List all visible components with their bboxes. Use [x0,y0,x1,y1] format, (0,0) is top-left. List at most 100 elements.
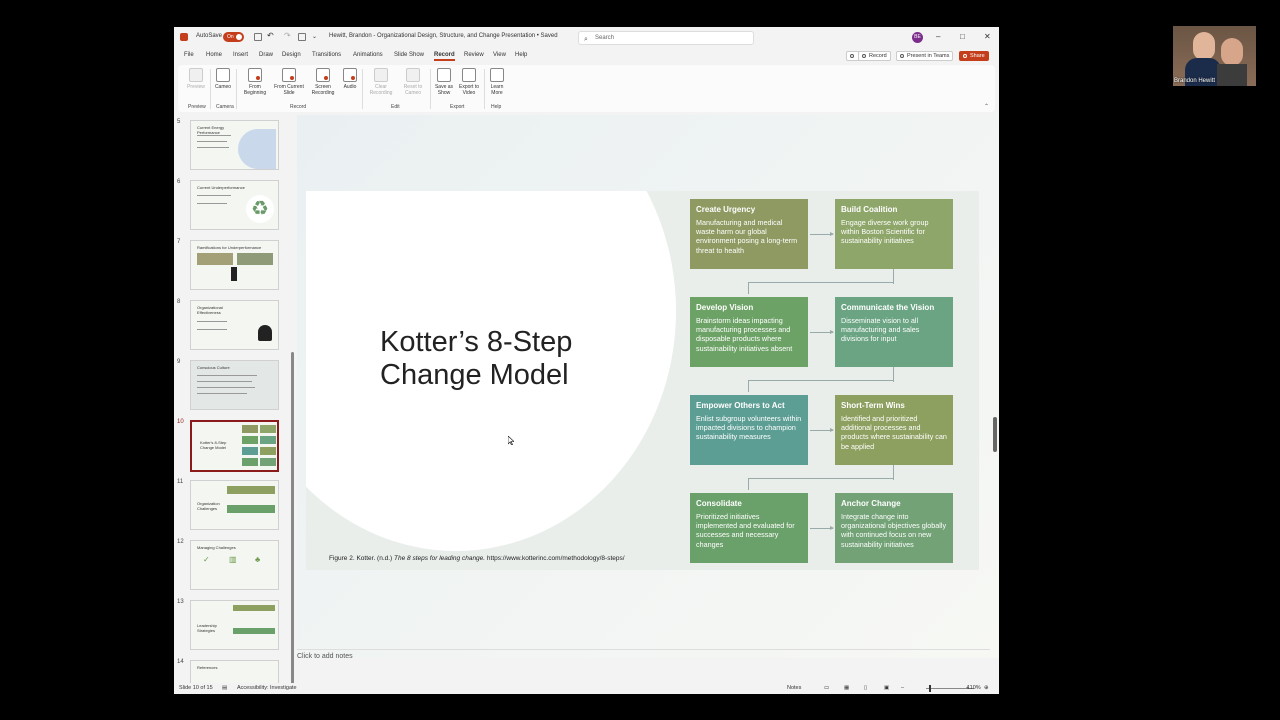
step-box-develop-vision[interactable]: Develop Vision Brainstorm ideas impactin… [690,297,808,367]
record-icon [862,54,866,58]
slide-counter[interactable]: Slide 10 of 15 [179,685,213,691]
scrollbar-thumb[interactable] [993,417,997,452]
editor-scrollbar[interactable] [992,112,999,642]
webcam-video [1173,26,1256,86]
slideshow-view-icon[interactable]: ▣ [884,685,889,691]
zoom-out-button[interactable]: – [901,685,904,691]
search-placeholder: Search [595,35,615,41]
checkmark-icon: ✓ [203,555,210,564]
slide-thumbnail[interactable]: Conscious Culture [190,360,279,410]
from-current-slide-button[interactable]: From Current Slide [272,68,306,96]
slide-thumbnail[interactable]: Leadership Strategies [190,600,279,650]
slide-title[interactable]: Kotter’s 8-Step Change Model [380,326,640,392]
step-box-build-coalition[interactable]: Build Coalition Engage diverse work grou… [835,199,953,269]
reset-to-cameo-button[interactable]: Reset to Cameo [398,68,428,96]
thumb-number: 12 [177,539,184,545]
thumbnails-scrollbar[interactable] [291,207,295,683]
thumb-title: Organization Challenges [197,501,220,511]
maximize-button[interactable]: □ [960,32,965,41]
slide-thumbnail[interactable]: Managing Challenges ✓ ▥ ♣ [190,540,279,590]
share-icon [963,54,967,58]
slide-thumbnail[interactable]: References [190,660,279,683]
current-slide[interactable]: Kotter’s 8-Step Change Model Create Urge… [306,191,979,570]
slide-thumbnail[interactable]: Current Energy Performance [190,120,279,170]
content-block [242,447,258,455]
tab-file[interactable]: File [184,52,194,58]
step-box-empower-others[interactable]: Empower Others to Act Enlist subgroup vo… [690,395,808,465]
tab-help[interactable]: Help [515,52,527,58]
mouse-cursor-icon [508,436,514,445]
tab-slide-show[interactable]: Slide Show [394,52,424,58]
autosave-toggle[interactable]: On [223,32,244,42]
present-icon[interactable] [298,33,306,41]
tab-design[interactable]: Design [282,52,301,58]
tab-home[interactable]: Home [206,52,222,58]
content-block [260,447,276,455]
zoom-level[interactable]: 110% [967,685,981,691]
present-in-teams-button[interactable]: Present in Teams [896,51,954,61]
audio-button[interactable]: Audio [338,68,362,90]
preview-button[interactable]: Preview [184,68,208,90]
share-button-label: Share [970,53,985,59]
step-box-short-term-wins[interactable]: Short-Term Wins Identified and prioritiz… [835,395,953,465]
undo-icon[interactable]: ↶ [267,31,274,40]
slide-thumbnail-selected[interactable]: Kotter's 8-Step Change Model [190,420,279,472]
save-as-show-button[interactable]: Save as Show [432,68,456,96]
cameo-button[interactable]: Cameo [212,68,234,90]
step-body: Prioritized initiatives implemented and … [696,512,795,549]
slide-thumbnail[interactable]: Current Underperformance ♻ [190,180,279,230]
notes-input[interactable]: Click to add notes [297,653,987,665]
normal-view-icon[interactable]: ▭ [824,685,829,691]
clear-recording-button[interactable]: Clear Recording [366,68,396,96]
step-box-anchor-change[interactable]: Anchor Change Integrate change into orga… [835,493,953,563]
avatar[interactable]: BE [912,32,923,43]
slide-thumbnail[interactable]: Ramifications for Underperformance [190,240,279,290]
group-preview: Preview [188,104,206,110]
search-input[interactable]: ⌕ Search [578,31,754,45]
document-title[interactable]: Hewitt, Brandon - Organizational Design,… [329,33,558,39]
customize-qat-icon[interactable]: ⌄ [312,33,317,40]
tab-view[interactable]: View [493,52,506,58]
screen-recording-label: Screen Recording [311,84,335,96]
figure-caption[interactable]: Figure 2. Kotter. (n.d.) The 8 steps for… [329,555,625,562]
from-beginning-button[interactable]: From Beginning [240,68,270,96]
redo-icon[interactable]: ↷ [284,31,291,40]
zoom-slider-knob[interactable] [929,685,931,692]
fit-to-window-icon[interactable]: ⊕ [984,685,989,691]
learn-more-button[interactable]: Learn More [486,68,508,96]
slide-thumbnail[interactable]: Organizational Effectiveness [190,300,279,350]
reading-view-icon[interactable]: ▯ [864,685,867,691]
slide-sorter-icon[interactable]: ▦ [844,685,849,691]
cameo-label: Cameo [214,84,232,90]
accessibility-status[interactable]: Accessibility: Investigate [237,685,297,691]
step-body: Enlist subgroup volunteers within impact… [696,414,802,442]
export-to-video-button[interactable]: Export to Video [456,68,482,96]
share-button[interactable]: Share [959,51,989,61]
step-box-consolidate[interactable]: Consolidate Prioritized initiatives impl… [690,493,808,563]
collapse-ribbon-icon[interactable]: ⌃ [984,103,989,110]
close-button[interactable]: ✕ [984,32,991,41]
tab-draw[interactable]: Draw [259,52,273,58]
record-button[interactable]: Record [858,51,891,61]
save-as-show-icon [437,68,451,82]
tab-review[interactable]: Review [464,52,484,58]
save-icon[interactable] [254,33,262,41]
tab-record[interactable]: Record [434,52,455,61]
spellcheck-icon[interactable]: ▤ [222,685,227,691]
thumb-number: 6 [177,179,181,185]
slide-thumbnail[interactable]: Organization Challenges [190,480,279,530]
powerpoint-logo-icon [180,33,188,41]
scrollbar-thumb[interactable] [291,352,294,683]
screen-recording-button[interactable]: Screen Recording [308,68,338,96]
tab-transitions[interactable]: Transitions [312,52,341,58]
camera-icon [216,68,230,82]
step-box-create-urgency[interactable]: Create Urgency Manufacturing and medical… [690,199,808,269]
minimize-button[interactable]: – [936,32,940,41]
step-box-communicate-vision[interactable]: Communicate the Vision Disseminate visio… [835,297,953,367]
tab-animations[interactable]: Animations [353,52,383,58]
step-title: Anchor Change [841,499,901,508]
notes-toggle[interactable]: Notes [787,685,801,691]
export-video-icon [462,68,476,82]
divider [236,69,237,109]
tab-insert[interactable]: Insert [233,52,248,58]
